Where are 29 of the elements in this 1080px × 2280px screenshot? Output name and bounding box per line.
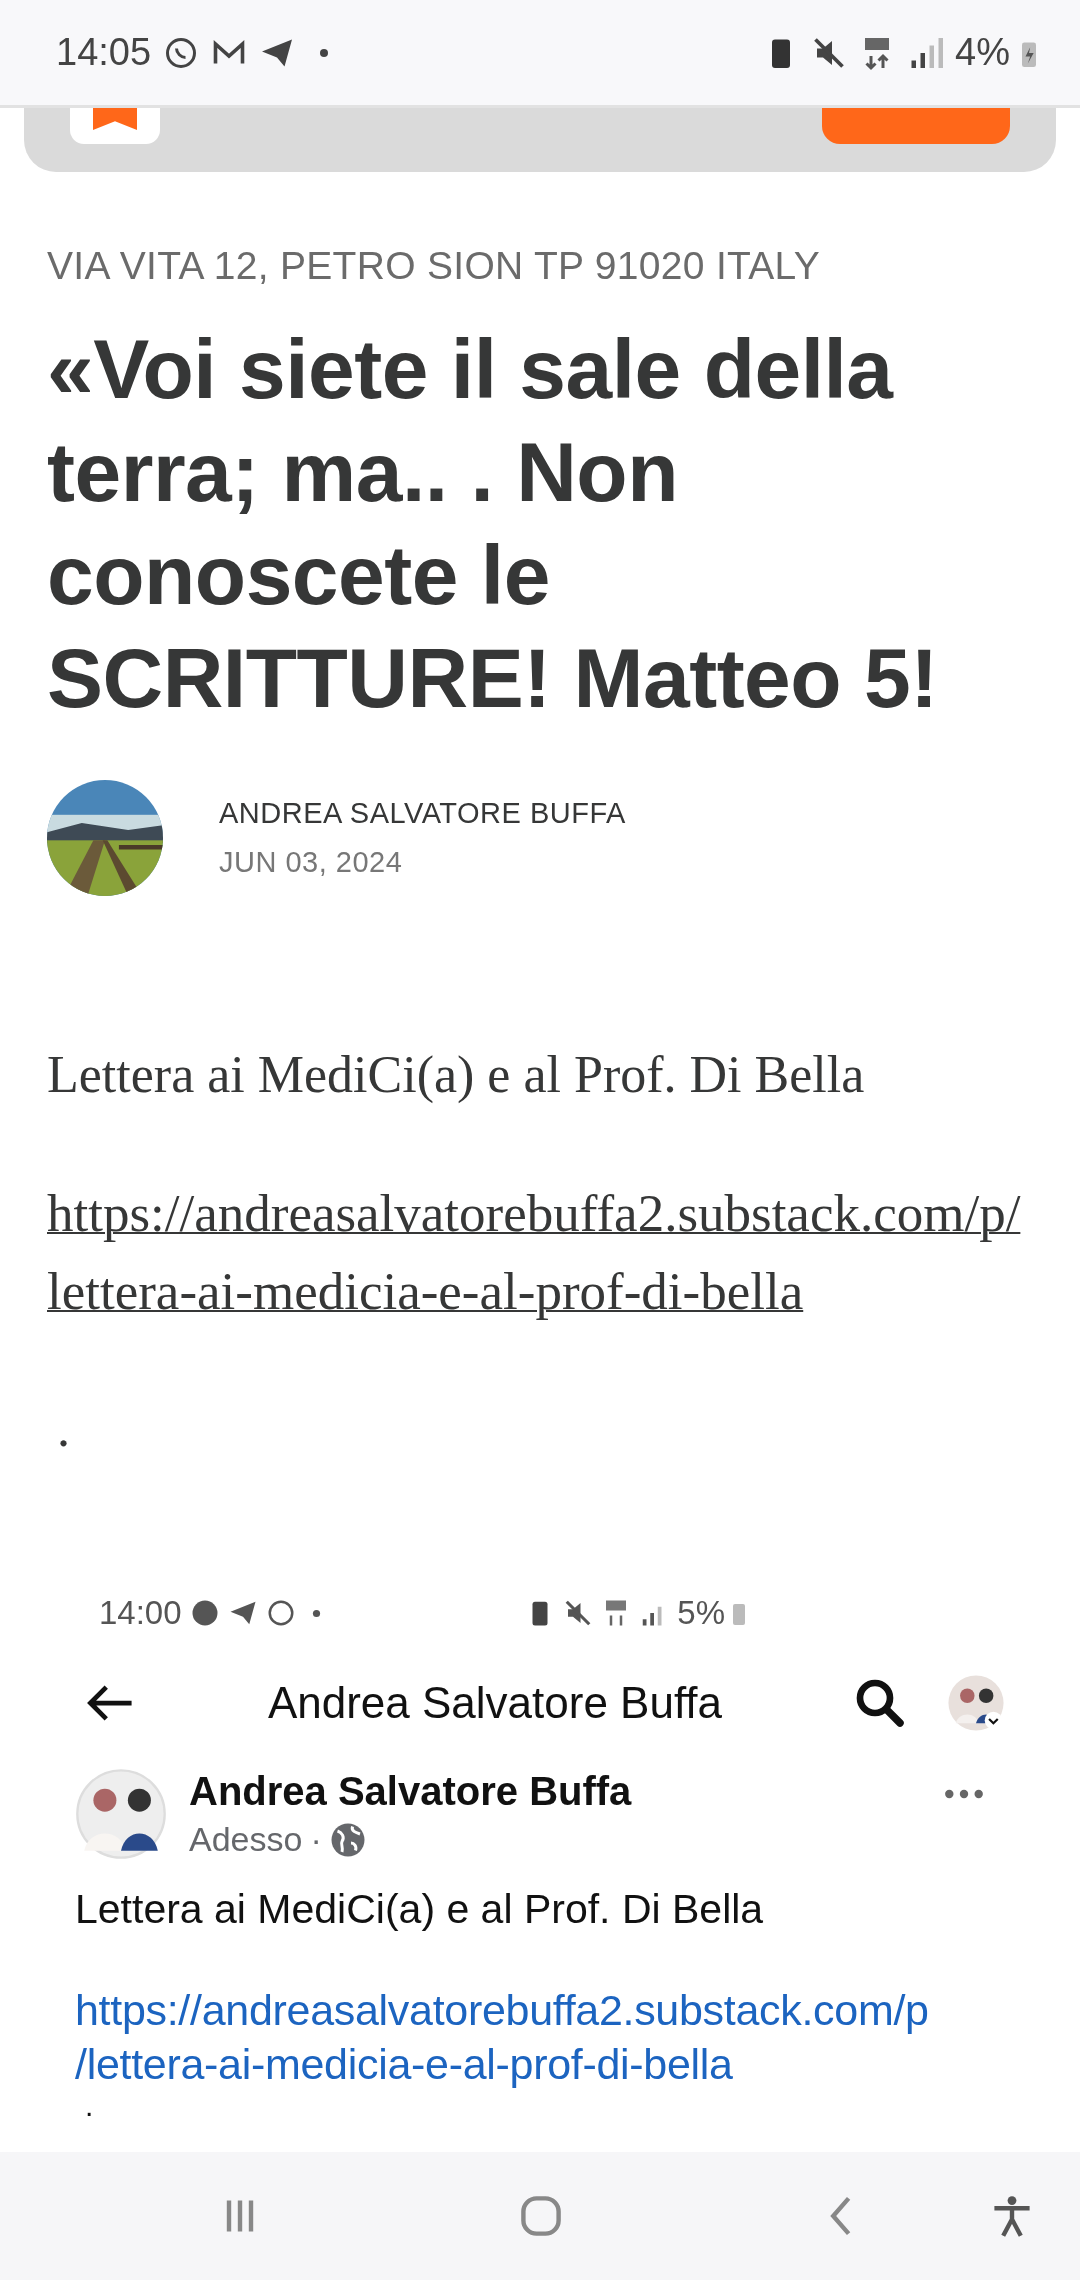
- battery-percentage: 5%: [677, 1594, 725, 1632]
- battery-percentage: 4%: [955, 31, 1010, 74]
- separator: ·: [310, 1820, 322, 1859]
- post-title: «Voi siete il sale della terra; ma.. . Non conoscete le SCRITTURE! Matteo 5!: [47, 321, 939, 727]
- notification-dot-icon: [311, 1608, 321, 1618]
- home-icon[interactable]: [519, 2194, 563, 2238]
- post-date: JUN 03, 2024: [219, 846, 404, 879]
- post-text: Lettera ai MediCi(a) e al Prof. Di Bella: [75, 1886, 765, 1933]
- app-icon[interactable]: [70, 108, 160, 144]
- post-author[interactable]: Andrea Salvatore Buffa: [189, 1769, 921, 1814]
- post-link[interactable]: https://andreasalvatorebuffa2.substack.com/p /lettera-ai-medicia-e-al-prof-di-bella: [75, 1983, 1005, 2091]
- back-arrow-icon[interactable]: [87, 1684, 135, 1722]
- avatar-icon[interactable]: [75, 1768, 167, 1860]
- author-name[interactable]: ANDREA SALVATORE BUFFA: [219, 797, 626, 830]
- page-title: Andrea Salvatore Buffa: [266, 1678, 724, 1728]
- profile-avatar-icon[interactable]: [947, 1674, 1005, 1732]
- battery-icon: [733, 1601, 745, 1625]
- body-paragraph: .: [57, 1399, 71, 1459]
- status-time: 14:05: [56, 31, 152, 74]
- globe-icon: [329, 1821, 366, 1858]
- post-link[interactable]: https://andreasalvatorebuffa2.substack.com/p/ lettera-ai-medicia-e-al-prof-di-bella: [47, 1174, 1033, 1330]
- more-icon[interactable]: [943, 1788, 985, 1800]
- post-text: .: [85, 2091, 95, 2121]
- post-time: Adesso: [189, 1820, 303, 1859]
- body-paragraph: Lettera ai MediCi(a) e al Prof. Di Bella: [47, 1045, 866, 1105]
- publication-address: VIA VITA 12, PETRO SION TP 91020 ITALY: [47, 244, 821, 288]
- notification-dot-icon: [319, 47, 330, 58]
- status-time: 14:00: [99, 1594, 182, 1632]
- search-icon[interactable]: [855, 1678, 905, 1728]
